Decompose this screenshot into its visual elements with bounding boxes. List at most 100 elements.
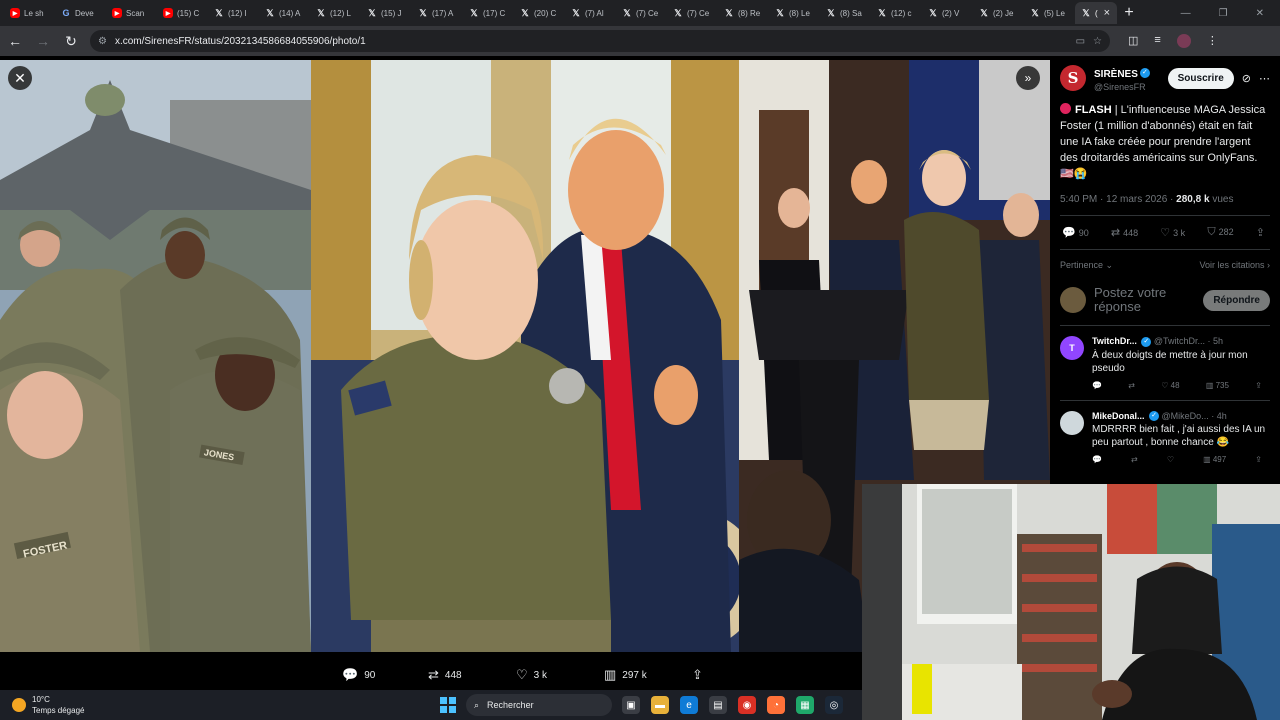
reply-submit-button[interactable]: Répondre — [1203, 289, 1270, 311]
repost-count-button[interactable]: ⇄ 448 — [1111, 226, 1138, 239]
browser-tab[interactable]: 𝕏 (15) J — [361, 2, 412, 24]
photo-soldiers[interactable]: FOSTER JONES — [0, 60, 311, 652]
photo-views-button[interactable]: ▥ 297 k — [604, 667, 647, 683]
reply-views-button[interactable]: ▥ 735 — [1206, 381, 1229, 390]
weather-widget[interactable]: 10°C Temps dégagé — [12, 694, 84, 716]
close-window-icon[interactable]: ✕ — [1256, 8, 1264, 19]
photo-like-button[interactable]: ♡ 3 k — [516, 667, 547, 683]
browser-tab[interactable]: 𝕏 (17) A — [412, 2, 463, 24]
reload-button[interactable]: ↻ — [62, 33, 80, 50]
photo-share-button[interactable]: ⇪ — [692, 667, 703, 683]
reply-count-button[interactable]: 💬 90 — [1062, 226, 1089, 239]
taskbar-search[interactable]: ⌕ Rechercher — [466, 694, 612, 716]
browser-tab[interactable]: 𝕏 (5) Le — [1024, 2, 1075, 24]
reply-author[interactable]: MikeDonal... — [1092, 411, 1145, 421]
reply-avatar[interactable] — [1060, 410, 1084, 435]
reply-views-button[interactable]: ▥ 497 — [1203, 455, 1226, 464]
browser-tab[interactable]: ▶ Le sh — [4, 2, 55, 24]
browser-tab[interactable]: ▶ Scan — [106, 2, 157, 24]
media-icon[interactable]: ≡ — [1154, 34, 1160, 48]
browser-tab[interactable]: 𝕏 (12) I — [208, 2, 259, 24]
browser-tab[interactable]: 𝕏 (12) L — [310, 2, 361, 24]
browser-tab[interactable]: 𝕏 (14) A — [259, 2, 310, 24]
share-icon: ⇪ — [692, 667, 703, 682]
subscribe-button[interactable]: Souscrire — [1167, 67, 1234, 89]
window-controls: — ❐ ✕ — [1181, 8, 1280, 19]
chrome-icon[interactable]: ◉ — [738, 696, 756, 714]
tab-active-label: ( — [1095, 8, 1098, 18]
maximize-icon[interactable]: ❐ — [1219, 8, 1228, 19]
browser-tab[interactable]: 𝕏 (7) Ce — [616, 2, 667, 24]
reply-item[interactable]: T TwitchDr... ✓ @TwitchDr... · 5h À deux d… — [1060, 336, 1270, 390]
x-icon: 𝕏 — [266, 7, 274, 18]
reply-icon[interactable]: 💬 — [1092, 455, 1102, 464]
profile-avatar[interactable] — [1176, 34, 1191, 48]
reply-item[interactable]: MikeDonal... ✓ @MikeDo... · 4h MDRRRR bie… — [1060, 410, 1270, 464]
task-view-icon[interactable]: ▣ — [622, 696, 640, 714]
share-icon[interactable]: ⇪ — [1255, 455, 1262, 464]
new-tab-button[interactable]: + — [1117, 4, 1141, 22]
chevron-right-icon: › — [1267, 260, 1270, 270]
edge-icon[interactable]: e — [680, 696, 698, 714]
share-icon[interactable]: ⇪ — [1255, 381, 1262, 390]
menu-icon[interactable]: ⋮ — [1207, 34, 1218, 48]
more-options-icon[interactable]: ⋯ — [1259, 72, 1270, 85]
bookmark-count-button[interactable]: ⛉ 282 — [1207, 226, 1233, 239]
browser-tab[interactable]: 𝕏 (20) C — [514, 2, 565, 24]
quotes-link-label: Voir les citations — [1199, 260, 1265, 270]
reply-like-button[interactable]: ♡ 48 — [1161, 381, 1179, 390]
share-button[interactable]: ⇪ — [1256, 226, 1268, 239]
author-handle[interactable]: @SirenesFR — [1094, 82, 1150, 92]
browser-tab[interactable]: 𝕏 (8) Re — [718, 2, 769, 24]
app-icon[interactable]: ▦ — [796, 696, 814, 714]
reply-text: À deux doigts de mettre à jour mon pseud… — [1092, 349, 1248, 374]
store-icon[interactable]: ▤ — [709, 696, 727, 714]
minimize-icon[interactable]: — — [1181, 8, 1191, 19]
windows-start-icon[interactable] — [440, 697, 456, 713]
reply-avatar[interactable]: T — [1060, 336, 1084, 360]
close-viewer-button[interactable]: ✕ — [8, 66, 32, 90]
browser-tab[interactable]: 𝕏 (17) C — [463, 2, 514, 24]
reply-author[interactable]: TwitchDr... — [1092, 336, 1137, 346]
firefox-icon[interactable]: ◔ — [767, 696, 785, 714]
author-avatar[interactable]: S — [1060, 65, 1086, 91]
sort-label: Pertinence — [1060, 260, 1104, 270]
sort-dropdown[interactable]: Pertinence ⌄ — [1060, 260, 1113, 271]
close-tab-icon[interactable]: × — [1104, 7, 1110, 19]
expand-panel-button[interactable]: » — [1016, 66, 1040, 90]
steam-icon[interactable]: ◎ — [825, 696, 843, 714]
post-time[interactable]: 5:40 PM · 12 mars 2026 · — [1060, 194, 1173, 205]
like-count-button[interactable]: ♡ 3 k — [1160, 226, 1185, 239]
browser-tab[interactable]: 𝕏 (2) Je — [973, 2, 1024, 24]
quotes-link[interactable]: Voir les citations › — [1199, 260, 1270, 271]
browser-tab[interactable]: 𝕏 (2) V — [922, 2, 973, 24]
reply-icon[interactable]: 💬 — [1092, 381, 1102, 390]
browser-tab-label: (12) I — [228, 8, 247, 18]
browser-tab[interactable]: 𝕏 (7) Al — [565, 2, 616, 24]
browser-tab[interactable]: 𝕏 (8) Le — [769, 2, 820, 24]
extensions-icon[interactable]: ◫ — [1128, 34, 1138, 48]
address-bar[interactable]: ⚙ x.com/SirenesFR/status/203213458668405… — [90, 30, 1110, 52]
browser-tab[interactable]: 𝕏 (7) Ce — [667, 2, 718, 24]
browser-tab[interactable]: 𝕏 (8) Sa — [820, 2, 871, 24]
back-button[interactable]: ← — [6, 33, 24, 49]
photo-repost-button[interactable]: ⇄ 448 — [428, 667, 462, 683]
repost-icon[interactable]: ⇄ — [1131, 455, 1138, 464]
photo-oval-office[interactable] — [311, 60, 739, 652]
browser-tab[interactable]: 𝕏 (12) c — [871, 2, 922, 24]
site-info-icon[interactable]: ⚙ — [98, 36, 107, 47]
grok-icon[interactable]: ⊘ — [1242, 72, 1251, 85]
photo-reply-button[interactable]: 💬 90 — [342, 667, 375, 683]
reply-input[interactable]: Postez votre réponse — [1094, 286, 1195, 314]
browser-tab[interactable]: ▶ (15) C — [157, 2, 208, 24]
author-name[interactable]: SIRÈNES — [1094, 69, 1138, 80]
cast-icon[interactable]: ▭ — [1076, 36, 1085, 47]
reply-like-button[interactable]: ♡ — [1167, 455, 1174, 464]
file-explorer-icon[interactable]: ▬ — [651, 696, 669, 714]
tab-active[interactable]: 𝕏 ( × — [1075, 2, 1117, 24]
bookmark-star-icon[interactable]: ☆ — [1093, 36, 1102, 47]
reply-time: · 5h — [1207, 336, 1224, 346]
repost-icon[interactable]: ⇄ — [1128, 381, 1135, 390]
forward-button[interactable]: → — [34, 33, 52, 49]
browser-tab[interactable]: G Deve — [55, 2, 106, 24]
